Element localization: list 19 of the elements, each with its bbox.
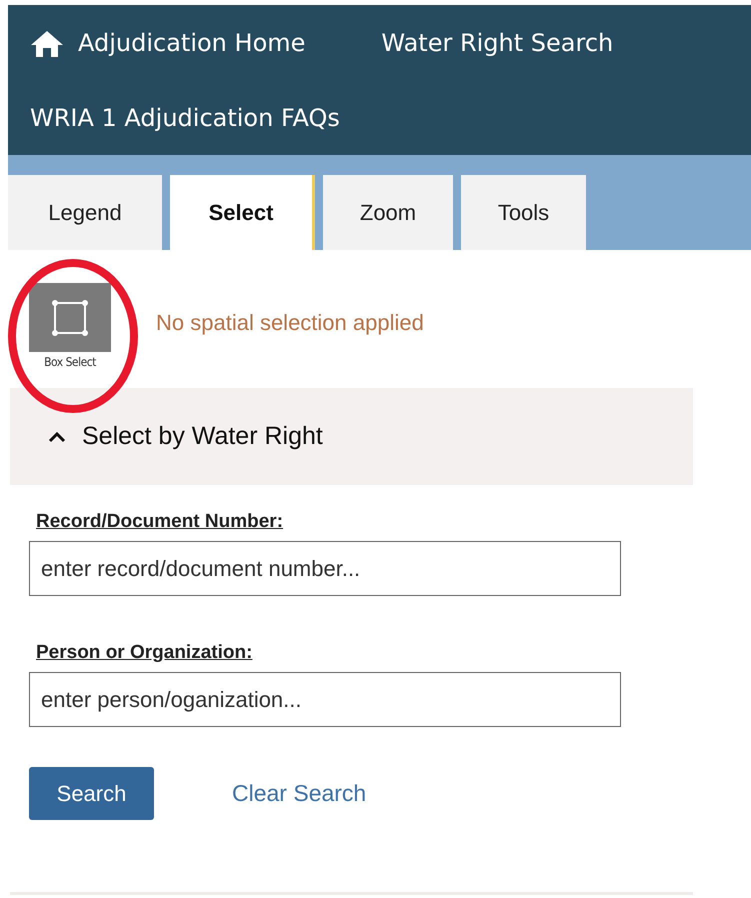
nav-link[interactable]: Adjudication Home <box>8 5 328 80</box>
tab[interactable]: Zoom <box>323 175 453 250</box>
section-title: Select by Water Right <box>82 422 323 451</box>
nav-link[interactable]: WRIA 1 Adjudication FAQs <box>8 80 362 155</box>
clear-search-link[interactable]: Clear Search <box>232 780 366 807</box>
search-button[interactable]: Search <box>29 767 154 820</box>
field-label: Person or Organization: <box>36 642 252 664</box>
tool-label: Box Select <box>44 355 96 369</box>
nav-link[interactable]: Water Right Search <box>327 5 636 80</box>
accordion-header[interactable]: Select by Water Right <box>10 388 693 485</box>
tab[interactable]: Select <box>170 175 315 250</box>
tab[interactable]: Legend <box>8 175 162 250</box>
status-message: No spatial selection applied <box>156 310 424 336</box>
box-select-icon <box>50 298 90 338</box>
input-field[interactable]: enter person/oganization... <box>29 672 621 727</box>
input-field[interactable]: enter record/document number... <box>29 541 621 596</box>
tab[interactable]: Tools <box>461 175 586 250</box>
field-label: Record/Document Number: <box>36 511 284 533</box>
box-select-button[interactable] <box>29 283 111 352</box>
